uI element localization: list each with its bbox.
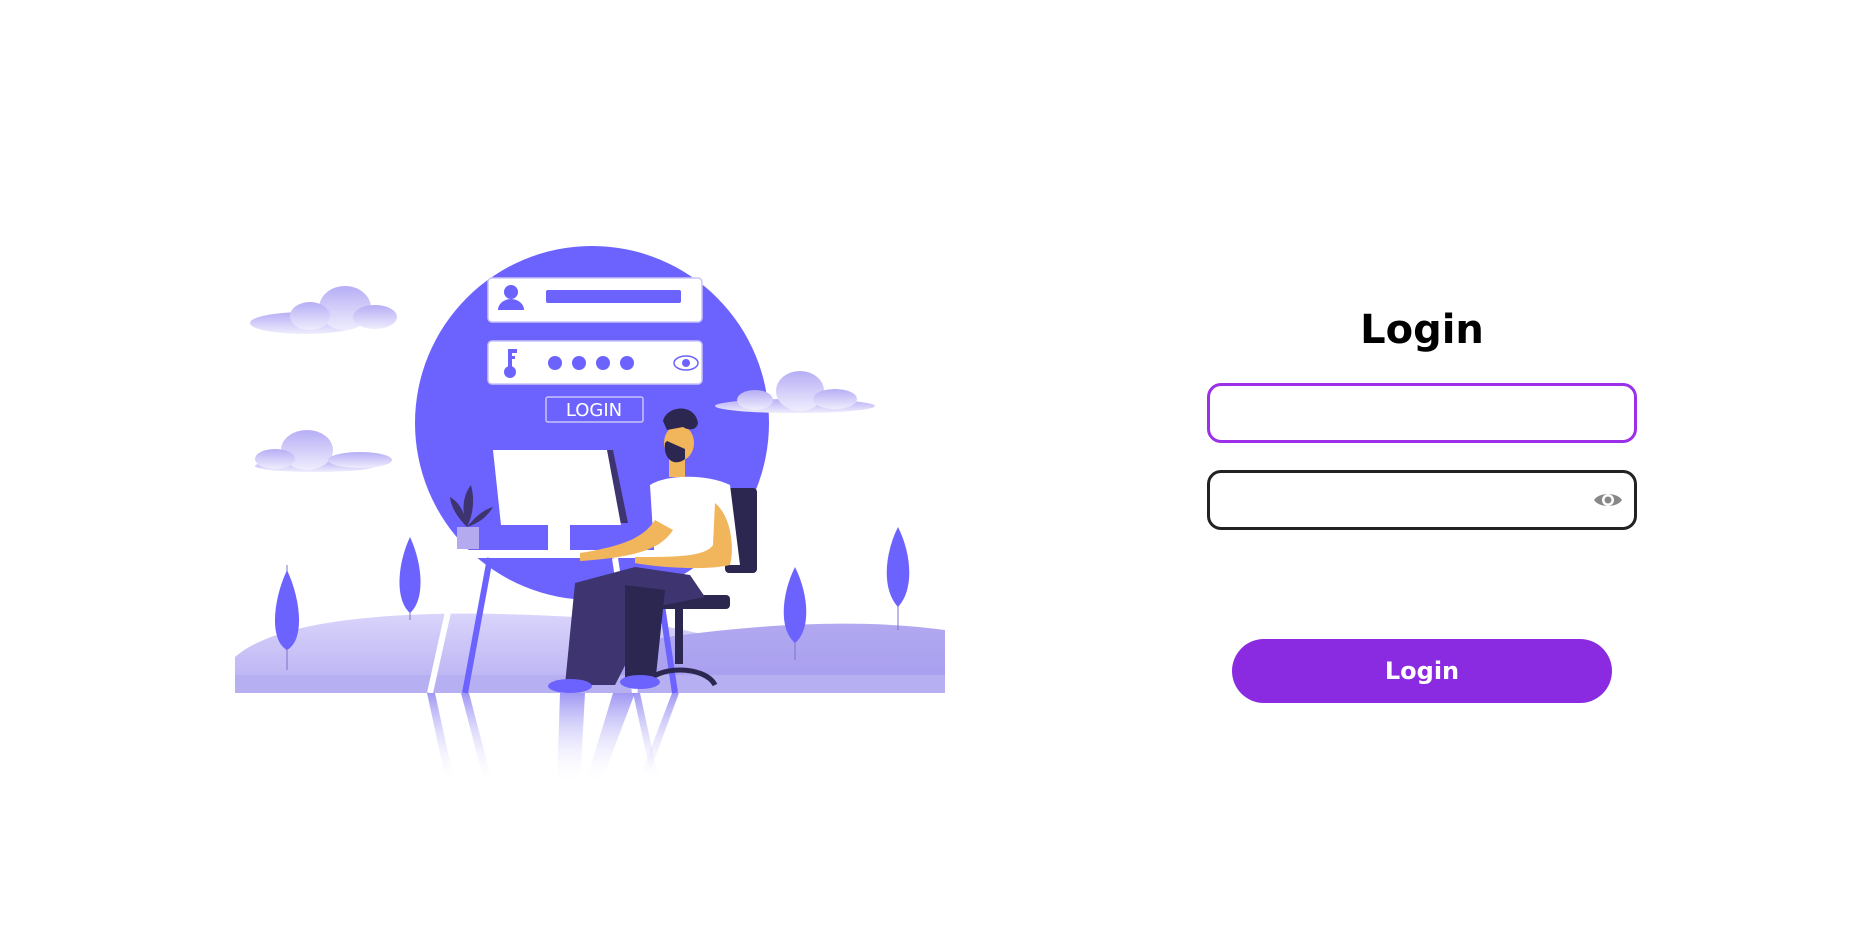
login-page: LOGIN Login Login bbox=[0, 0, 1860, 950]
cloud-left-bottom bbox=[255, 430, 392, 472]
cloud-left-top bbox=[250, 286, 397, 334]
login-button[interactable]: Login bbox=[1232, 639, 1612, 703]
tree-4 bbox=[886, 527, 910, 630]
illustration-username-bar bbox=[546, 290, 681, 303]
tree-2 bbox=[399, 537, 421, 620]
illustration-password-card bbox=[487, 340, 703, 385]
desk-reflection bbox=[427, 693, 679, 785]
login-illustration: LOGIN bbox=[235, 245, 945, 790]
eye-icon bbox=[1594, 494, 1622, 506]
password-field[interactable] bbox=[1207, 470, 1637, 530]
username-input[interactable] bbox=[1210, 386, 1634, 440]
login-illustration-art: LOGIN bbox=[235, 246, 945, 785]
password-input[interactable] bbox=[1210, 473, 1634, 527]
username-field[interactable] bbox=[1207, 383, 1637, 443]
show-password-toggle[interactable] bbox=[1592, 485, 1624, 515]
illustration-login-badge-text: LOGIN bbox=[566, 400, 622, 421]
login-title: Login bbox=[1360, 307, 1484, 353]
